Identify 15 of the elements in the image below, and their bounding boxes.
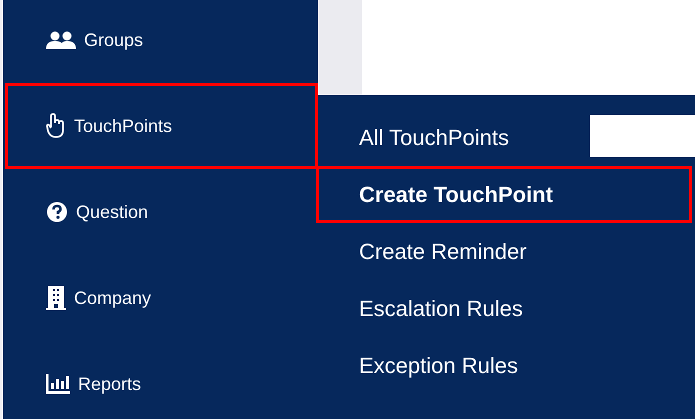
- bar-chart-icon: [46, 374, 70, 394]
- sidebar-item[interactable]: Question: [3, 169, 318, 255]
- submenu-item[interactable]: Escalation Rules: [318, 280, 532, 337]
- sidebar-item[interactable]: Company: [3, 255, 318, 341]
- users-icon: [46, 31, 76, 49]
- sidebar-item[interactable]: Groups: [3, 0, 318, 83]
- submenu-item[interactable]: Create TouchPoint: [316, 166, 692, 223]
- submenu-item[interactable]: Exception Rules: [318, 337, 527, 394]
- question-icon: [46, 201, 68, 223]
- submenu-item[interactable]: All TouchPoints: [318, 109, 518, 166]
- sidebar-item[interactable]: TouchPoints: [5, 83, 318, 169]
- submenu-item[interactable]: Create Reminder: [318, 223, 536, 280]
- hand-icon: [46, 113, 66, 139]
- building-icon: [46, 286, 66, 310]
- sidebar-item[interactable]: Reports: [3, 341, 318, 419]
